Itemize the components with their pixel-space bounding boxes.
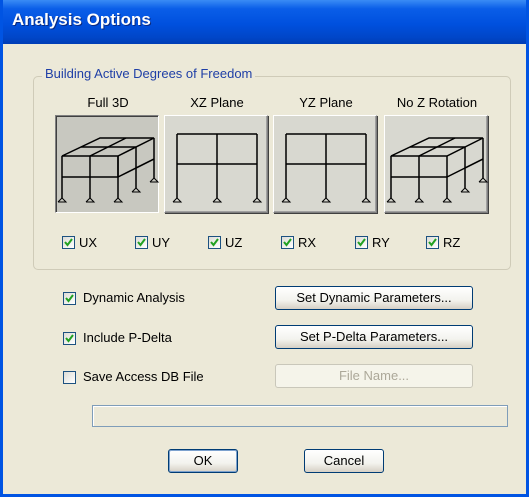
no-z-rotation-button[interactable] xyxy=(384,115,489,213)
checkmark-icon xyxy=(428,238,437,247)
title-bar[interactable]: Analysis Options xyxy=(3,0,526,44)
checkmark-icon xyxy=(65,334,74,343)
ux-label: UX xyxy=(79,235,98,250)
xz-plane-button[interactable] xyxy=(164,115,268,213)
checkmark-icon xyxy=(357,238,366,247)
ry-checkbox[interactable] xyxy=(355,236,368,249)
ok-button[interactable]: OK xyxy=(168,449,238,473)
rx-checkbox[interactable] xyxy=(281,236,294,249)
ry-label: RY xyxy=(372,235,390,250)
include-p-delta-checkbox[interactable] xyxy=(63,332,76,345)
set-dynamic-parameters-button[interactable]: Set Dynamic Parameters... xyxy=(275,286,473,310)
save-access-db-checkbox[interactable] xyxy=(63,371,76,384)
preset-label-yz-plane: YZ Plane xyxy=(299,95,353,110)
uy-checkbox[interactable] xyxy=(135,236,148,249)
checkmark-icon xyxy=(65,294,74,303)
preset-label-full-3d: Full 3D xyxy=(87,95,129,110)
dynamic-analysis-label: Dynamic Analysis xyxy=(83,290,185,305)
uy-label: UY xyxy=(152,235,171,250)
dynamic-analysis-checkbox[interactable] xyxy=(63,292,76,305)
preset-label-xz-plane: XZ Plane xyxy=(190,95,244,110)
preset-label-no-z-rotation: No Z Rotation xyxy=(396,95,478,110)
set-p-delta-parameters-button[interactable]: Set P-Delta Parameters... xyxy=(275,325,473,349)
full-3d-frame-icon xyxy=(57,137,160,203)
full-3d-button[interactable] xyxy=(55,115,160,213)
checkmark-icon xyxy=(137,238,146,247)
file-path-field xyxy=(92,405,508,427)
checkmark-icon xyxy=(210,238,219,247)
checkmark-icon xyxy=(64,238,73,247)
uz-checkbox[interactable] xyxy=(208,236,221,249)
yz-plane-button[interactable] xyxy=(273,115,377,213)
ux-checkbox[interactable] xyxy=(62,236,75,249)
checkmark-icon xyxy=(283,238,292,247)
uz-label: UZ xyxy=(225,235,243,250)
yz-plane-frame-icon xyxy=(281,133,372,203)
xz-plane-frame-icon xyxy=(172,133,263,203)
include-p-delta-label: Include P-Delta xyxy=(83,330,172,345)
cancel-button[interactable]: Cancel xyxy=(304,449,384,473)
dof-group-legend: Building Active Degrees of Freedom xyxy=(42,66,256,81)
no-z-rotation-frame-icon xyxy=(386,137,489,203)
rx-label: RX xyxy=(298,235,317,250)
rz-checkbox[interactable] xyxy=(426,236,439,249)
rz-label: RZ xyxy=(443,235,461,250)
file-name-button[interactable]: File Name... xyxy=(275,364,473,388)
window-title: Analysis Options xyxy=(12,10,151,29)
save-access-db-label: Save Access DB File xyxy=(83,369,204,384)
